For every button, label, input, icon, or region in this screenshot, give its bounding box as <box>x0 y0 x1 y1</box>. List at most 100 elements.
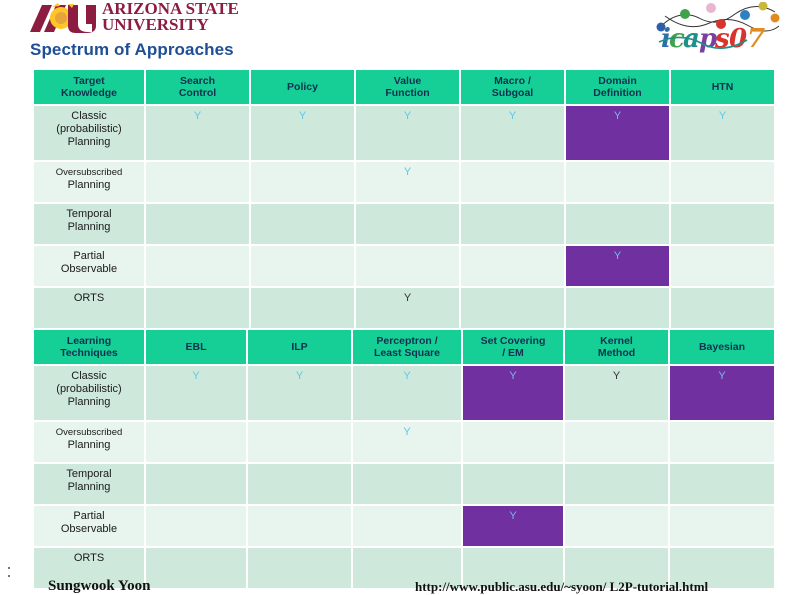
cell-approaches-r3-c4: Y <box>566 246 669 286</box>
row-label-learning-1: Oversubscribed Planning <box>34 422 144 462</box>
cell-learning-r4-c0 <box>146 548 246 588</box>
cell-approaches-r2-c3 <box>461 204 564 244</box>
table-row: Partial Observable Y <box>34 246 774 286</box>
column-header-line: Domain <box>598 75 637 87</box>
column-header-line: Macro / <box>494 75 531 87</box>
cell-approaches-r2-c0 <box>146 204 249 244</box>
cell-approaches-r0-c3: Y <box>461 106 564 160</box>
cell-approaches-r3-c0 <box>146 246 249 286</box>
column-header-learning-5: Kernel Method <box>565 330 668 364</box>
row-label-line: (probabilistic) <box>56 383 122 395</box>
row-label-approaches-1: Oversubscribed Planning <box>34 162 144 202</box>
table-learning-header: Learning Techniques EBL ILP Perceptron / Leas… <box>34 330 774 364</box>
column-header-approaches-2: Policy <box>251 70 354 104</box>
column-header-learning-2: ILP <box>248 330 351 364</box>
column-header-line: Kernel <box>600 335 633 347</box>
row-label-line: Temporal <box>66 468 112 480</box>
row-label-line: Oversubscribed <box>55 167 123 178</box>
table-row: Oversubscribed Planning Y <box>34 162 774 202</box>
cell-learning-r0-c0: Y <box>146 366 246 420</box>
row-label-line: Planning <box>67 396 111 408</box>
cell-learning-r0-c4: Y <box>565 366 668 420</box>
row-label-line: Planning <box>67 439 111 451</box>
column-header-line: Policy <box>287 81 318 93</box>
column-header-learning-6: Bayesian <box>670 330 774 364</box>
column-header-line: Definition <box>593 87 642 99</box>
asu-logo: ARIZONA STATE UNIVERSITY <box>28 0 248 40</box>
column-header-line: Bayesian <box>698 341 746 353</box>
cell-learning-r2-c2 <box>353 464 461 504</box>
row-label-line: ORTS <box>73 552 105 564</box>
row-label-line: Partial <box>73 510 105 522</box>
asu-logo-mark <box>30 3 96 33</box>
cell-learning-r0-c5: Y <box>670 366 774 420</box>
cell-approaches-r1-c1 <box>251 162 354 202</box>
table-row: Temporal Planning <box>34 204 774 244</box>
cell-learning-r1-c3 <box>463 422 563 462</box>
decorative-dot <box>8 567 10 569</box>
row-label-line: Temporal <box>66 208 112 220</box>
column-header-line: Perceptron / <box>376 335 438 347</box>
cell-learning-r1-c0 <box>146 422 246 462</box>
row-label-approaches-0: Classic (probabilistic) Planning <box>34 106 144 160</box>
column-header-line: Least Square <box>374 347 440 359</box>
cell-approaches-r2-c5 <box>671 204 774 244</box>
cell-learning-r2-c3 <box>463 464 563 504</box>
row-label-line: ORTS <box>73 292 105 304</box>
column-header-line: Search <box>179 75 216 87</box>
cell-learning-r2-c1 <box>248 464 351 504</box>
cell-learning-r2-c5 <box>670 464 774 504</box>
cell-approaches-r4-c1 <box>251 288 354 328</box>
cell-approaches-r1-c4 <box>566 162 669 202</box>
page-title: Spectrum of Approaches <box>30 40 234 59</box>
row-label-line: Partial <box>73 250 105 262</box>
table-row: Oversubscribed Planning Y <box>34 422 774 462</box>
table-row: Classic (probabilistic) Planning Y Y Y Y Y Y <box>34 366 774 420</box>
cell-approaches-r1-c0 <box>146 162 249 202</box>
cell-approaches-r0-c0: Y <box>146 106 249 160</box>
cell-approaches-r1-c5 <box>671 162 774 202</box>
cell-approaches-r3-c5 <box>671 246 774 286</box>
cell-learning-r3-c1 <box>248 506 351 546</box>
decorative-dot <box>8 575 10 577</box>
column-header-approaches-1: Search Control <box>146 70 249 104</box>
column-header-learning-1: EBL <box>146 330 246 364</box>
row-label-approaches-4: ORTS <box>34 288 144 328</box>
row-label-line: Observable <box>60 263 118 275</box>
cell-learning-r0-c3: Y <box>463 366 563 420</box>
column-header-approaches-4: Macro / Subgoal <box>461 70 564 104</box>
table-row: Classic (probabilistic) Planning Y Y Y Y Y Y <box>34 106 774 160</box>
svg-text:s: s <box>714 24 730 54</box>
column-header-line: Learning <box>66 335 112 347</box>
table-spectrum-of-approaches: Target Knowledge Search Control Policy Value F… <box>32 68 776 330</box>
column-header-line: Target <box>73 75 105 87</box>
cell-learning-r1-c1 <box>248 422 351 462</box>
cell-learning-r1-c4 <box>565 422 668 462</box>
column-header-approaches-3: Value Function <box>356 70 459 104</box>
row-label-approaches-2: Temporal Planning <box>34 204 144 244</box>
row-label-learning-2: Temporal Planning <box>34 464 144 504</box>
column-header-learning-0: Learning Techniques <box>34 330 144 364</box>
column-header-line: Value <box>393 75 422 87</box>
column-header-approaches-6: HTN <box>671 70 774 104</box>
column-header-line: Subgoal <box>491 87 534 99</box>
row-label-line: Classic <box>71 110 107 122</box>
cell-learning-r0-c1: Y <box>248 366 351 420</box>
column-header-line: ILP <box>291 341 308 353</box>
svg-text:7: 7 <box>747 24 765 54</box>
row-label-line: (probabilistic) <box>56 123 122 135</box>
table-approaches-body: Classic (probabilistic) Planning Y Y Y Y Y Y Over… <box>34 106 774 328</box>
cell-approaches-r2-c2 <box>356 204 459 244</box>
asu-wordmark-line2: UNIVERSITY <box>102 15 209 34</box>
row-label-line: Planning <box>67 481 111 493</box>
row-label-line: Classic <box>71 370 107 382</box>
column-header-line: HTN <box>711 81 734 93</box>
cell-approaches-r0-c2: Y <box>356 106 459 160</box>
column-header-line: Function <box>385 87 430 99</box>
footer-url[interactable]: http://www.public.asu.edu/~syoon/ L2P-tu… <box>415 579 708 595</box>
cell-learning-r2-c0 <box>146 464 246 504</box>
asu-wordmark: ARIZONA STATE UNIVERSITY <box>102 0 252 34</box>
table-learning-techniques: Learning Techniques EBL ILP Perceptron / Leas… <box>32 328 776 590</box>
table-row: ORTS Y <box>34 288 774 328</box>
cell-learning-r3-c0 <box>146 506 246 546</box>
